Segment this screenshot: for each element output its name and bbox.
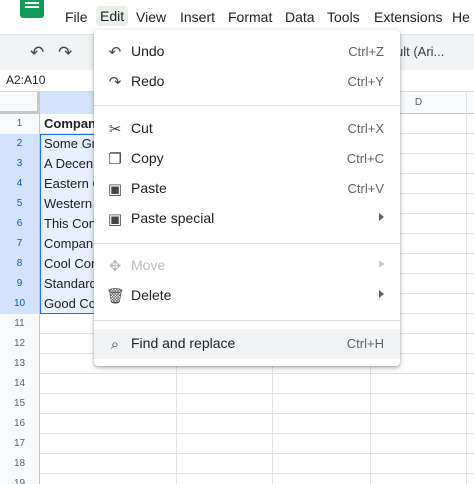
shortcut-label: Ctrl+X — [347, 121, 384, 136]
shortcut-label: Ctrl+Y — [347, 74, 384, 89]
menu-separator — [94, 243, 400, 244]
shortcut-label: Ctrl+C — [346, 151, 384, 166]
row-number[interactable]: 17 — [0, 434, 40, 454]
cut-icon: ✂ — [108, 120, 122, 138]
row-number[interactable]: 4 — [0, 174, 40, 194]
table-row: 14 — [0, 374, 474, 394]
menu-separator — [94, 105, 400, 106]
row-number[interactable]: 19 — [0, 474, 40, 484]
row-number[interactable]: 13 — [0, 354, 40, 374]
menu-view[interactable]: View — [136, 9, 166, 25]
row-number[interactable]: 7 — [0, 234, 40, 254]
row-number[interactable]: 2 — [0, 134, 40, 154]
select-all-corner[interactable] — [0, 92, 40, 114]
menu-item-label: Copy — [131, 150, 164, 166]
row-number[interactable]: 1 — [0, 114, 40, 134]
row-number[interactable]: 15 — [0, 394, 40, 414]
menu-item-find-and-replace[interactable]: ⌕ Find and replace Ctrl+H — [94, 329, 400, 359]
row-number[interactable]: 12 — [0, 334, 40, 354]
row-number[interactable]: 8 — [0, 254, 40, 274]
edit-menu-dropdown: ↶ Undo Ctrl+Z ↷ Redo Ctrl+Y ✂ Cut Ctrl+X… — [94, 30, 400, 366]
cell-a[interactable] — [40, 434, 176, 454]
menu-item-label: Cut — [131, 120, 153, 136]
menu-item-label: Undo — [131, 43, 165, 59]
row-number[interactable]: 18 — [0, 454, 40, 474]
cell-a[interactable] — [40, 454, 176, 474]
menu-insert[interactable]: Insert — [180, 9, 215, 25]
shortcut-label: Ctrl+V — [347, 181, 384, 196]
menu-edit[interactable]: Edit — [96, 6, 129, 26]
menu-format[interactable]: Format — [228, 9, 272, 25]
table-row: 15 — [0, 394, 474, 414]
move-icon: ✥ — [108, 257, 122, 275]
cell-a[interactable] — [40, 414, 176, 434]
menu-item-label: Move — [131, 257, 166, 273]
row-number[interactable]: 3 — [0, 154, 40, 174]
menu-item-paste-special[interactable]: ▣ Paste special — [94, 204, 400, 234]
menu-item-undo[interactable]: ↶ Undo Ctrl+Z — [94, 37, 400, 67]
menu-item-delete[interactable]: 🗑 Delete — [94, 281, 400, 311]
menu-item-cut[interactable]: ✂ Cut Ctrl+X — [94, 114, 400, 144]
table-row: 16 — [0, 414, 474, 434]
menu-extensions[interactable]: Extensions — [374, 9, 442, 25]
row-number[interactable]: 16 — [0, 414, 40, 434]
cell-a[interactable] — [40, 374, 176, 394]
copy-icon: ❐ — [108, 150, 122, 168]
menu-data[interactable]: Data — [285, 9, 315, 25]
menu-item-paste[interactable]: ▣ Paste Ctrl+V — [94, 174, 400, 204]
menu-separator — [94, 320, 400, 321]
cell-a[interactable] — [40, 474, 176, 484]
menu-item-label: Find and replace — [131, 335, 236, 351]
menu-item-label: Paste special — [131, 210, 215, 226]
toolbar-undo-icon[interactable]: ↶ — [30, 43, 44, 63]
submenu-arrow-icon — [379, 290, 384, 298]
paste-special-icon: ▣ — [107, 210, 123, 228]
shortcut-label: Ctrl+Z — [348, 44, 384, 59]
submenu-arrow-icon — [379, 260, 384, 268]
font-select[interactable]: ult (Ari... — [396, 44, 444, 59]
menu-file[interactable]: File — [65, 9, 88, 25]
cell-a[interactable] — [40, 394, 176, 414]
menu-item-label: Delete — [131, 287, 172, 303]
delete-icon: 🗑 — [106, 287, 126, 305]
undo-icon: ↶ — [108, 43, 122, 61]
menu-tools[interactable]: Tools — [327, 9, 360, 25]
menu-item-label: Paste — [131, 180, 167, 196]
menu-bar: File Edit View Insert Format Data Tools … — [0, 0, 474, 34]
table-row: 17 — [0, 434, 474, 454]
submenu-arrow-icon — [379, 213, 384, 221]
name-box[interactable]: A2:A10 — [6, 73, 45, 87]
menu-help[interactable]: He — [452, 9, 470, 25]
shortcut-label: Ctrl+H — [346, 336, 384, 351]
redo-icon: ↷ — [108, 73, 122, 91]
table-row: 18 — [0, 454, 474, 474]
sheets-logo-icon[interactable] — [20, 0, 44, 18]
find-replace-icon: ⌕ — [110, 335, 120, 353]
row-number[interactable]: 9 — [0, 274, 40, 294]
row-number[interactable]: 11 — [0, 314, 40, 334]
row-number[interactable]: 6 — [0, 214, 40, 234]
table-row: 19 — [0, 474, 474, 484]
menu-item-label: Redo — [131, 73, 165, 89]
menu-item-move[interactable]: ✥ Move — [94, 251, 400, 281]
row-number[interactable]: 10 — [0, 294, 40, 314]
toolbar-redo-icon[interactable]: ↷ — [58, 43, 72, 63]
menu-item-copy[interactable]: ❐ Copy Ctrl+C — [94, 144, 400, 174]
paste-icon: ▣ — [107, 180, 123, 198]
menu-item-redo[interactable]: ↷ Redo Ctrl+Y — [94, 67, 400, 97]
row-number[interactable]: 5 — [0, 194, 40, 214]
row-number[interactable]: 14 — [0, 374, 40, 394]
